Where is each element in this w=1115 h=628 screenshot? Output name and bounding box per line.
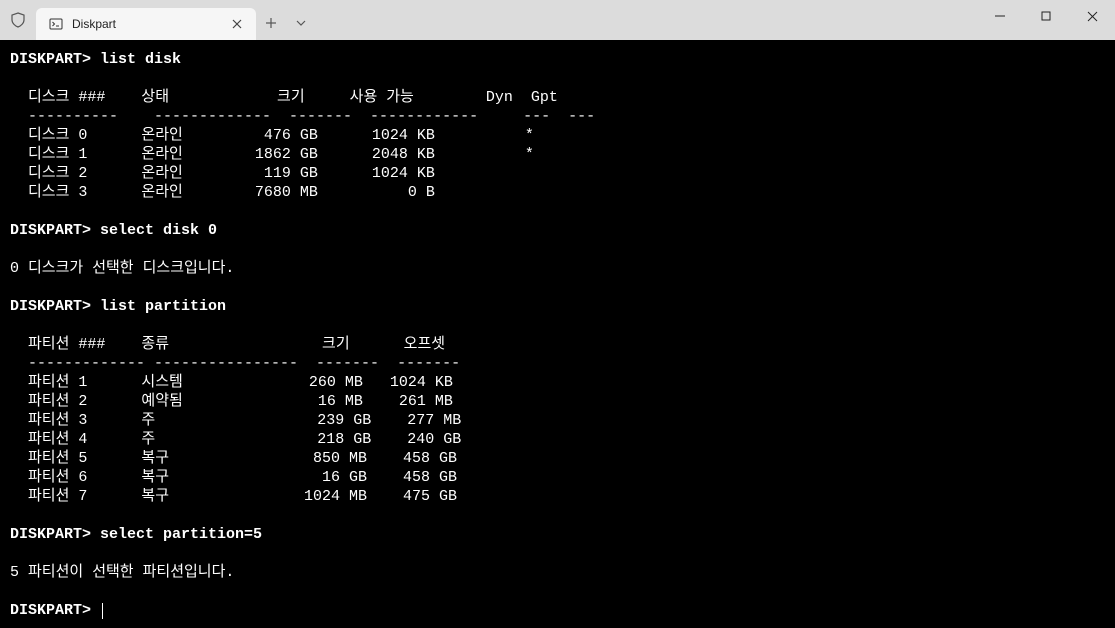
titlebar: Diskpart xyxy=(0,0,1115,40)
tab-close-button[interactable] xyxy=(228,15,246,33)
maximize-button[interactable] xyxy=(1023,0,1069,32)
minimize-button[interactable] xyxy=(977,0,1023,32)
tab-title: Diskpart xyxy=(72,17,220,31)
shield-icon xyxy=(0,0,36,40)
terminal-icon xyxy=(48,16,64,32)
window-controls xyxy=(977,0,1115,32)
terminal-output[interactable]: DISKPART> list disk 디스크 ### 상태 크기 사용 가능 … xyxy=(0,40,1115,628)
tab-dropdown-button[interactable] xyxy=(286,8,316,38)
tab-diskpart[interactable]: Diskpart xyxy=(36,8,256,40)
close-button[interactable] xyxy=(1069,0,1115,32)
new-tab-button[interactable] xyxy=(256,8,286,38)
